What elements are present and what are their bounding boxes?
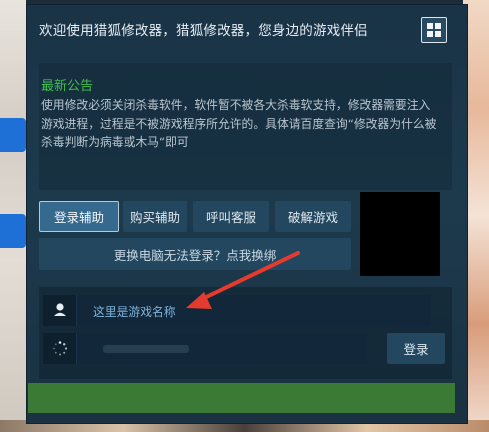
annotation-arrow-icon bbox=[186, 251, 300, 309]
